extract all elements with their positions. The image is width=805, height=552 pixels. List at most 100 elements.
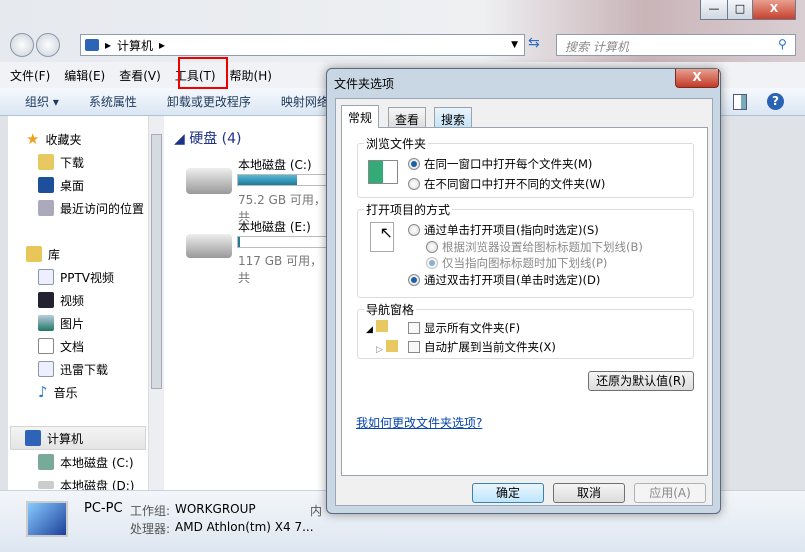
checkbox[interactable] (408, 322, 420, 334)
drive-name[interactable]: 本地磁盘 (C:) (238, 156, 312, 173)
search-icon[interactable]: ⚲ (778, 37, 787, 51)
nav-item[interactable]: 音乐 (54, 384, 78, 401)
nav-scrollbar[interactable] (148, 116, 164, 490)
nav-libraries[interactable]: 库 (48, 246, 60, 263)
preview-pane-icon[interactable] (733, 94, 747, 110)
nav-item[interactable]: 迅雷下载 (60, 361, 108, 378)
radio (426, 257, 438, 269)
label: 处理器: (130, 522, 171, 536)
radio-single-click[interactable]: 通过单击打开项目(指向时选定)(S) (408, 222, 599, 238)
dialog-close-button[interactable]: X (675, 69, 719, 88)
radio-underline-hover: 仅当指向图标标题时加下划线(P) (426, 255, 607, 271)
close-button[interactable]: X (752, 0, 796, 20)
tab-view[interactable]: 查看 (388, 107, 427, 128)
menu-file[interactable]: 文件(F) (10, 67, 50, 84)
uninstall-button[interactable]: 卸载或更改程序 (167, 93, 251, 110)
music-icon: ♪ (38, 383, 48, 401)
nav-item[interactable]: 视频 (60, 292, 84, 309)
computer-name: PC-PC (84, 501, 123, 516)
restore-defaults-button[interactable]: 还原为默认值(R) (588, 371, 694, 391)
dropdown-icon[interactable]: ▼ (511, 40, 518, 50)
nav-item[interactable]: 桌面 (60, 177, 84, 194)
group-header[interactable]: ◢ 硬盘 (4) (174, 128, 242, 148)
drive-usage-bar (238, 175, 297, 185)
checkbox-auto-expand[interactable]: 自动扩展到当前文件夹(X) (408, 339, 556, 355)
folder-tree-icon: ◢ (366, 320, 388, 335)
computer-icon (85, 39, 99, 51)
radio (426, 241, 438, 253)
scroll-thumb[interactable] (151, 134, 162, 389)
radio[interactable] (408, 224, 420, 236)
navigation-pane-group: 导航窗格 ◢ ▷ 显示所有文件夹(F) 自动扩展到当前文件夹(X) (357, 301, 694, 359)
radio-double-click[interactable]: 通过双击打开项目(单击时选定)(D) (408, 272, 600, 288)
library-folder-icon (38, 269, 54, 285)
nav-item[interactable]: 图片 (60, 315, 84, 332)
tab-search[interactable]: 搜索 (434, 107, 473, 128)
dialog-body: 常规 查看 搜索 浏览文件夹 在同一窗口中打开每个文件夹(M) 在不同窗口中打开… (335, 98, 713, 506)
video-icon (38, 292, 54, 308)
dialog-title: 文件夹选项 (334, 77, 395, 91)
nav-item[interactable]: PPTV视频 (60, 269, 114, 286)
tab-general[interactable]: 常规 (341, 105, 380, 128)
help-icon[interactable]: ? (767, 93, 784, 110)
computer-icon (26, 501, 68, 537)
documents-icon (38, 338, 54, 354)
checkbox-show-all-folders[interactable]: 显示所有文件夹(F) (408, 320, 520, 336)
library-folder-icon (38, 361, 54, 377)
drive-c-icon (186, 168, 232, 194)
checkbox[interactable] (408, 341, 420, 353)
cpu-value: AMD Athlon(tm) X4 7... (175, 520, 314, 534)
drive-free: 117 GB 可用，共 (238, 254, 323, 285)
drive-usage-bar (238, 237, 240, 247)
menu-edit[interactable]: 编辑(E) (64, 67, 105, 84)
content-pane: ◢ 硬盘 (4) 本地磁盘 (C:) 75.2 GB 可用，共 本地磁盘 (E:… (164, 116, 337, 490)
drive-name[interactable]: 本地磁盘 (E:) (238, 218, 311, 235)
nav-item[interactable]: 最近访问的位置 (60, 200, 144, 217)
system-properties-button[interactable]: 系统属性 (89, 93, 137, 110)
nav-computer[interactable]: 计算机 (47, 430, 83, 447)
nav-item[interactable]: 下载 (60, 154, 84, 171)
radio[interactable] (408, 274, 420, 286)
star-icon: ★ (26, 130, 40, 148)
ok-button[interactable]: 确定 (472, 483, 544, 503)
chevron-right-icon: ▸ (159, 38, 166, 52)
menu-help[interactable]: 帮助(H) (230, 67, 272, 84)
folder-window-icon (368, 160, 398, 184)
nav-item[interactable]: 本地磁盘 (C:) (60, 454, 134, 471)
desktop-icon (38, 177, 54, 193)
chevron-right-icon: ▸ (105, 38, 112, 52)
radio[interactable] (408, 158, 420, 170)
forward-button[interactable] (36, 33, 60, 57)
radio[interactable] (408, 178, 420, 190)
radio-new-window[interactable]: 在不同窗口中打开不同的文件夹(W) (408, 176, 605, 192)
label: 内 (310, 504, 323, 518)
breadcrumb[interactable]: 计算机 (117, 37, 153, 54)
nav-item[interactable]: 文档 (60, 338, 84, 355)
organize-button[interactable]: 组织 ▾ (25, 93, 59, 110)
browse-folders-group: 浏览文件夹 在同一窗口中打开每个文件夹(M) 在不同窗口中打开不同的文件夹(W) (357, 135, 694, 198)
drive-icon (38, 481, 54, 489)
radio-same-window[interactable]: 在同一窗口中打开每个文件夹(M) (408, 156, 592, 172)
click-items-group: 打开项目的方式 ↖ 通过单击打开项目(指向时选定)(S) 根据浏览器设置给图标标… (357, 201, 694, 298)
download-folder-icon (38, 154, 54, 170)
maximize-button[interactable]: □ (727, 0, 753, 20)
menu-view[interactable]: 查看(V) (119, 67, 161, 84)
computer-icon (25, 430, 41, 446)
address-bar[interactable]: ▸ 计算机 ▸ ▼ (80, 34, 525, 56)
cancel-button[interactable]: 取消 (553, 483, 625, 503)
drive-icon (38, 454, 54, 470)
map-network-button[interactable]: 映射网络 (281, 93, 329, 110)
group-label: 导航窗格 (364, 301, 417, 318)
workgroup-value: WORKGROUP (175, 502, 256, 516)
group-label: 打开项目的方式 (364, 201, 453, 218)
highlight-box (178, 57, 228, 89)
search-input[interactable]: 搜索 计算机 (556, 34, 796, 56)
back-button[interactable] (10, 33, 34, 57)
folder-options-dialog: 文件夹选项 X 常规 查看 搜索 浏览文件夹 在同一窗口中打开每个文件夹(M) … (326, 68, 721, 514)
help-link[interactable]: 我如何更改文件夹选项? (356, 414, 482, 431)
recent-places-icon (38, 200, 54, 216)
nav-favorites[interactable]: 收藏夹 (45, 131, 81, 148)
minimize-button[interactable]: — (700, 0, 728, 20)
refresh-icon[interactable]: ⇆ (528, 35, 540, 51)
drive-e-icon (186, 234, 232, 258)
